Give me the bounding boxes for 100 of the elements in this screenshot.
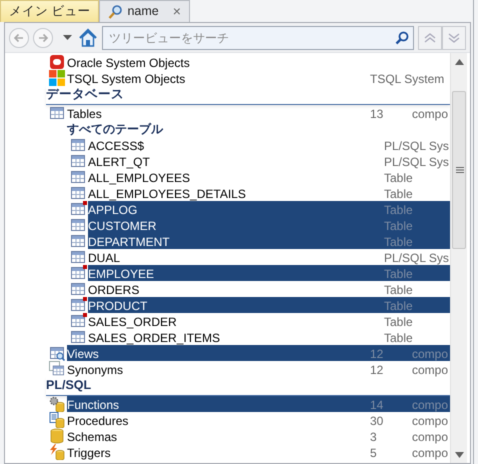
tree-row[interactable]: Functions 14 compo <box>67 396 450 412</box>
item-type: Table <box>384 170 414 187</box>
close-icon[interactable]: × <box>172 1 181 22</box>
item-count: 13 <box>370 106 384 123</box>
tree-row[interactable]: Oracle System Objects <box>67 54 450 70</box>
item-name: Triggers <box>67 445 112 462</box>
item-type: PL/SQL Sys <box>384 250 450 267</box>
item-name: ALL_EMPLOYEES_DETAILS <box>88 186 247 203</box>
forward-arrow-icon <box>37 32 49 44</box>
section-header: データベース <box>46 86 450 105</box>
tree-row[interactable]: TSQL System Objects TSQL System <box>67 70 450 86</box>
item-name: PRODUCT <box>88 298 148 315</box>
table-icon <box>70 329 86 345</box>
tree-row[interactable]: Schemas 3 compo <box>67 428 450 444</box>
tab[interactable]: name × <box>99 0 190 22</box>
item-name: Oracle System Objects <box>67 55 191 72</box>
chevron-down-icon <box>448 32 460 42</box>
item-type: Table <box>384 298 414 315</box>
table-magnifier-icon <box>49 345 65 361</box>
tree-row[interactable]: Triggers 5 compo <box>67 444 450 460</box>
tree-row[interactable]: PRODUCT Table <box>88 297 450 313</box>
item-type: compo <box>412 397 450 414</box>
tree-row[interactable]: ACCESS$ PL/SQL Sys <box>88 137 450 153</box>
tree-row[interactable]: Views 12 compo <box>67 345 450 361</box>
scroll-up-icon[interactable] <box>455 59 464 65</box>
item-count: 14 <box>370 397 384 414</box>
item-type: Table <box>384 218 414 235</box>
tree-row[interactable]: DEPARTMENT Table <box>88 233 450 249</box>
grip-icon <box>456 167 464 173</box>
item-count: 12 <box>370 346 384 363</box>
table-icon <box>70 233 86 249</box>
next-button[interactable] <box>442 26 466 50</box>
item-name: Views <box>67 346 100 363</box>
item-type: Table <box>384 282 414 299</box>
item-type: Table <box>384 266 414 283</box>
item-name: DEPARTMENT <box>88 234 171 251</box>
home-icon[interactable] <box>78 28 98 48</box>
item-type: Table <box>384 234 414 251</box>
table-icon <box>70 137 86 153</box>
search-icon <box>108 4 124 19</box>
document-database-icon <box>49 412 65 428</box>
tree-row[interactable]: APPLOG Table <box>88 201 450 217</box>
tree-row[interactable]: CUSTOMER Table <box>88 217 450 233</box>
item-type: compo <box>412 445 450 462</box>
item-name: Synonyms <box>67 362 124 379</box>
item-count: 5 <box>370 445 378 462</box>
item-type: compo <box>412 413 450 430</box>
dropdown-caret-icon[interactable] <box>63 35 72 40</box>
tree-row[interactable]: Synonyms 12 compo <box>67 361 450 377</box>
previous-button[interactable] <box>418 26 442 50</box>
tab[interactable]: メイン ビュー <box>0 0 100 22</box>
item-name: Tables <box>67 106 103 123</box>
table-icon <box>49 105 65 121</box>
tree-row[interactable]: EMPLOYEE Table <box>88 265 450 281</box>
tree-row[interactable]: ORDERS Table <box>88 281 450 297</box>
item-type: Table <box>384 202 414 219</box>
four-squares-icon <box>49 70 65 86</box>
item-name: ORDERS <box>88 282 140 299</box>
table-icon <box>70 281 86 297</box>
item-type: Table <box>384 330 414 347</box>
item-count: 3 <box>370 429 378 446</box>
scroll-down-icon[interactable] <box>455 452 464 458</box>
item-name: CUSTOMER <box>88 218 158 235</box>
item-name: TSQL System Objects <box>67 71 186 88</box>
item-type: compo <box>412 362 450 379</box>
table-icon <box>70 265 86 281</box>
search-field[interactable]: ツリービューをサーチ <box>102 26 414 50</box>
back-button[interactable] <box>9 28 29 48</box>
item-name: SALES_ORDER_ITEMS <box>88 330 222 347</box>
stacked-tables-icon <box>49 361 65 377</box>
table-icon <box>70 313 86 329</box>
table-icon <box>70 297 86 313</box>
item-type: compo <box>412 429 450 446</box>
forward-button[interactable] <box>33 28 53 48</box>
tree-row[interactable]: SALES_ORDER_ITEMS Table <box>88 329 450 345</box>
rounded-square-icon <box>49 54 65 70</box>
item-type: Table <box>384 314 414 331</box>
scroll-thumb[interactable] <box>452 91 466 249</box>
item-count: 12 <box>370 362 384 379</box>
item-count: TSQL System <box>370 71 446 88</box>
item-name: Procedures <box>67 413 130 430</box>
search-icon[interactable] <box>395 30 409 44</box>
item-type: PL/SQL Sys <box>384 154 450 171</box>
item-count: 30 <box>370 413 384 430</box>
item-name: APPLOG <box>88 202 138 219</box>
table-icon <box>70 201 86 217</box>
tree-row[interactable]: SALES_ORDER Table <box>88 313 450 329</box>
tree-row[interactable]: ALL_EMPLOYEES Table <box>88 169 450 185</box>
item-name: ALERT_QT <box>88 154 151 171</box>
tree-row[interactable]: Tables 13 compo <box>67 105 450 121</box>
scrollbar[interactable] <box>450 53 467 463</box>
lightning-database-icon <box>49 444 65 460</box>
tree-row[interactable]: ALL_EMPLOYEES_DETAILS Table <box>88 185 450 201</box>
back-arrow-icon <box>13 32 25 44</box>
tree-row[interactable]: Procedures 30 compo <box>67 412 450 428</box>
group-header: すべてのテーブル <box>67 121 164 137</box>
tree-row[interactable]: ALERT_QT PL/SQL Sys <box>88 153 450 169</box>
tree-row[interactable]: DUAL PL/SQL Sys <box>88 249 450 265</box>
item-name: SALES_ORDER <box>88 314 178 331</box>
table-icon <box>70 169 86 185</box>
